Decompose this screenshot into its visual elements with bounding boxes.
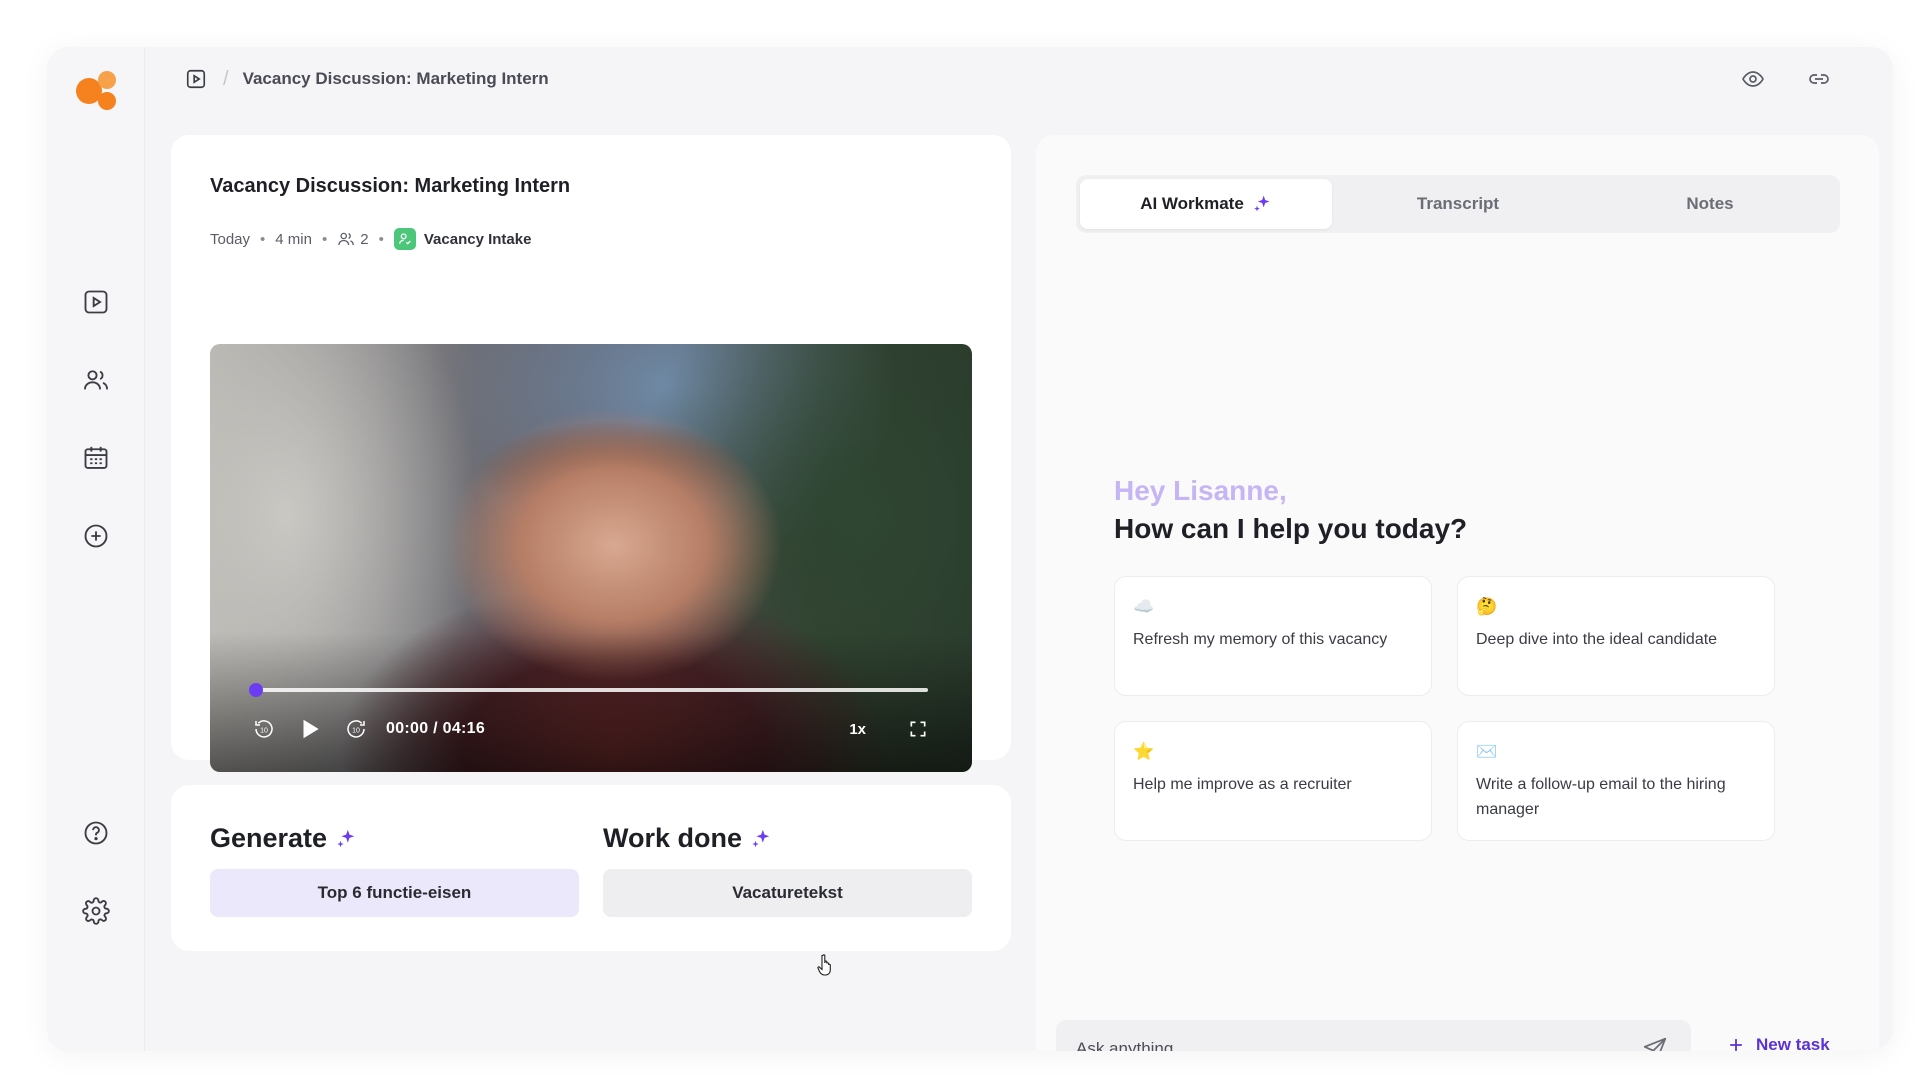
star-icon: ⭐: [1133, 742, 1155, 761]
new-task-button[interactable]: New task: [1726, 1035, 1830, 1051]
suggestion-text: Deep dive into the ideal candidate: [1476, 631, 1718, 648]
new-task-label: New task: [1756, 1035, 1830, 1051]
breadcrumb[interactable]: Vacancy Discussion: Marketing Intern: [243, 69, 549, 89]
tab-notes[interactable]: Notes: [1584, 179, 1836, 229]
participant-count: 2: [360, 230, 369, 248]
greeting-name: Hey Lisanne,: [1114, 475, 1287, 506]
play-icon[interactable]: [296, 715, 324, 743]
calendar-icon: [84, 446, 108, 469]
suggestion-text: Write a follow-up email to the hiring ma…: [1476, 776, 1726, 818]
breadcrumb-separator: /: [223, 67, 229, 90]
template-label: Vacancy Intake: [423, 230, 532, 248]
video-time: 00:00 / 04:16: [386, 720, 486, 737]
workdone-heading: Work done: [603, 823, 743, 853]
generate-heading-row: Generate: [210, 823, 579, 854]
sidebar-item-settings[interactable]: [76, 891, 116, 931]
assistant-panel: AI Workmate Transcript Notes Hey Lisanne…: [1036, 135, 1879, 1051]
user-check-icon: [393, 228, 416, 250]
meeting-card: Vacancy Discussion: Marketing Intern Tod…: [171, 135, 1011, 772]
users-icon: [338, 232, 355, 246]
sidebar-item-candidates[interactable]: [76, 360, 116, 400]
ask-input[interactable]: Ask anything...: [1056, 1020, 1691, 1051]
tab-label: Transcript: [1416, 194, 1500, 213]
ask-input-placeholder: Ask anything...: [1076, 1039, 1188, 1051]
video-progress-bar[interactable]: [249, 683, 928, 697]
video-shade: [210, 632, 972, 772]
sparkle-icon: [752, 829, 770, 847]
meeting-date: Today: [210, 230, 251, 248]
cloud-icon: ☁️: [1133, 597, 1155, 616]
app-logo[interactable]: [76, 70, 118, 112]
eye-icon[interactable]: [1739, 65, 1767, 93]
play-square-icon[interactable]: [183, 66, 209, 92]
generate-card: Generate Top 6 functie-eisen Work done V…: [171, 785, 1011, 951]
question-circle-icon: [84, 821, 108, 845]
meeting-duration: 4 min: [275, 230, 312, 248]
envelope-icon: ✉️: [1476, 742, 1498, 761]
sidebar: [47, 47, 145, 1051]
video-controls: 10 10 00:00 / 04:16 1x: [250, 714, 932, 744]
plus-circle-icon: [84, 524, 108, 548]
suggestion-card[interactable]: ⭐ Help me improve as a recruiter: [1114, 721, 1432, 841]
suggestion-card[interactable]: 🤔 Deep dive into the ideal candidate: [1457, 576, 1775, 696]
meeting-participants: 2: [337, 230, 369, 248]
play-square-icon: [84, 290, 108, 314]
top-bar: / Vacancy Discussion: Marketing Intern: [145, 47, 1893, 111]
workdone-section: Work done Vacaturetekst: [603, 823, 972, 917]
suggestion-card[interactable]: ✉️ Write a follow-up email to the hiring…: [1457, 721, 1775, 841]
tab-transcript[interactable]: Transcript: [1332, 179, 1584, 229]
tab-ai-workmate[interactable]: AI Workmate: [1080, 179, 1332, 229]
suggestion-text: Help me improve as a recruiter: [1133, 776, 1352, 793]
forward-10-icon[interactable]: 10: [342, 715, 370, 743]
svg-text:10: 10: [352, 728, 360, 735]
rewind-10-icon[interactable]: 10: [250, 715, 278, 743]
plus-icon: [1730, 1039, 1742, 1051]
fullscreen-icon[interactable]: [904, 715, 932, 743]
meta-dot: •: [378, 230, 384, 248]
users-icon: [83, 370, 109, 390]
thinking-face-icon: 🤔: [1476, 597, 1498, 616]
assistant-tabs: AI Workmate Transcript Notes: [1076, 175, 1840, 233]
sidebar-item-calendar[interactable]: [76, 438, 116, 478]
sparkle-icon: [337, 829, 355, 847]
playback-speed[interactable]: 1x: [849, 721, 866, 738]
generate-requirements-button[interactable]: Top 6 functie-eisen: [210, 869, 579, 917]
sidebar-item-help[interactable]: [76, 813, 116, 853]
greeting-question: How can I help you today?: [1114, 513, 1468, 544]
meta-dot: •: [321, 230, 328, 248]
suggestion-text: Refresh my memory of this vacancy: [1133, 631, 1388, 648]
generate-heading: Generate: [210, 823, 328, 853]
hand-cursor-icon: [817, 954, 831, 976]
svg-text:10: 10: [260, 728, 268, 735]
link-icon[interactable]: [1805, 65, 1833, 93]
app-window: / Vacancy Discussion: Marketing Intern V…: [47, 47, 1893, 1051]
suggestion-card[interactable]: ☁️ Refresh my memory of this vacancy: [1114, 576, 1432, 696]
generate-section: Generate Top 6 functie-eisen: [210, 823, 579, 917]
video-player[interactable]: 10 10 00:00 / 04:16 1x: [210, 344, 972, 772]
sidebar-item-add[interactable]: [76, 516, 116, 556]
sparkle-icon: [1253, 195, 1270, 212]
template-badge[interactable]: Vacancy Intake: [393, 228, 532, 250]
tab-label: Notes: [1686, 194, 1734, 213]
vacancy-text-button[interactable]: Vacaturetekst: [603, 869, 972, 917]
progress-knob[interactable]: [249, 683, 263, 697]
meeting-meta: Today • 4 min • 2 • Vacancy Intake: [210, 228, 531, 250]
assistant-greeting: Hey Lisanne, How can I help you today?: [1114, 475, 1467, 545]
tab-label: AI Workmate: [1140, 194, 1244, 213]
meta-dot: •: [260, 230, 266, 248]
sidebar-item-recordings[interactable]: [76, 282, 116, 322]
send-icon[interactable]: [1639, 1033, 1671, 1051]
gear-icon: [82, 897, 110, 925]
meeting-title: Vacancy Discussion: Marketing Intern: [210, 175, 571, 197]
workdone-heading-row: Work done: [603, 823, 972, 854]
